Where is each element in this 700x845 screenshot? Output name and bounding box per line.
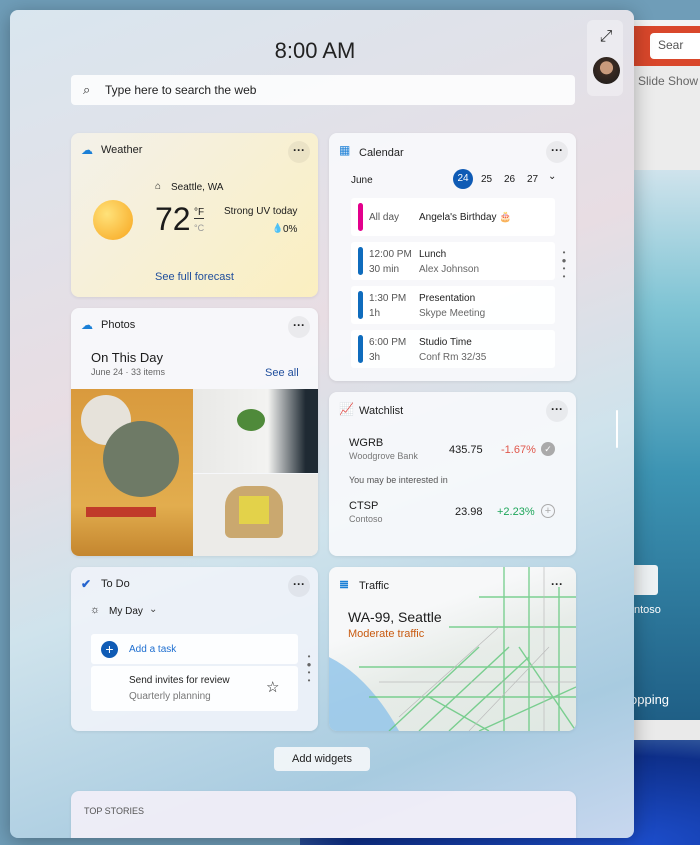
checkmark-icon[interactable]: ✓	[541, 442, 555, 456]
traffic-widget[interactable]: ≣ Traffic ··· WA-99, Seattle Moderate tr…	[329, 567, 576, 731]
star-icon[interactable]: ☆	[266, 678, 279, 696]
stock-chart-icon: 📈	[339, 402, 354, 416]
more-options-button[interactable]: ···	[288, 141, 310, 163]
photo-wicker-chair[interactable]	[193, 474, 318, 556]
more-options-button[interactable]: ···	[546, 400, 568, 422]
see-all-link[interactable]: See all	[265, 367, 299, 379]
stock-symbol: CTSP	[349, 500, 379, 512]
calendar-event[interactable]: 1:30 PM 1h Presentation Skype Meeting	[351, 286, 555, 324]
search-input[interactable]: Type here to search the web	[71, 75, 575, 105]
weather-condition: Strong UV today	[224, 206, 298, 217]
background-app-tab-slide-show: Slide Show	[638, 74, 699, 88]
raindrop-icon: 💧	[272, 223, 284, 233]
clock: 8:00 AM	[274, 38, 356, 63]
watchlist-widget[interactable]: 📈 Watchlist ··· WGRB Woodgrove Bank 435.…	[329, 392, 576, 556]
day-26[interactable]: 26	[504, 174, 515, 185]
calendar-widget[interactable]: ▦ Calendar ··· June 24 25 26 27 ⌄ All da…	[329, 133, 576, 381]
todo-check-icon: ✔	[81, 577, 92, 591]
background-app-tile	[630, 565, 658, 595]
scrollbar[interactable]	[616, 410, 618, 448]
pager-dots[interactable]: • ● • •	[306, 653, 312, 685]
widgets-panel: 8:00 AM ⤢ Type here to search the web ⌕ …	[10, 10, 634, 838]
day-24[interactable]: 24	[453, 169, 473, 189]
photo-still-life[interactable]	[71, 389, 193, 556]
widget-title: Weather	[101, 144, 143, 156]
see-full-forecast-link[interactable]: See full forecast	[155, 271, 234, 283]
stock-price: 435.75	[449, 444, 483, 456]
stock-change: +2.23%	[497, 506, 535, 518]
more-options-button[interactable]: ···	[546, 575, 568, 597]
weather-widget[interactable]: ☁ Weather ··· ⌂ Seattle, WA 72 °F °C Str…	[71, 133, 318, 297]
day-25[interactable]: 25	[481, 174, 492, 185]
precipitation: 0%	[283, 224, 298, 235]
calendar-icon: ▦	[339, 143, 351, 157]
unit-celsius[interactable]: °C	[194, 223, 204, 233]
chevron-down-icon[interactable]: ⌄	[548, 171, 556, 182]
background-app-label: opping	[630, 692, 670, 707]
weather-location: Seattle, WA	[171, 182, 224, 193]
widget-title: Calendar	[359, 147, 404, 159]
search-icon: ⌕	[83, 82, 91, 97]
weather-cloud-icon: ☁	[81, 143, 93, 157]
widget-title: Watchlist	[359, 405, 404, 417]
traffic-road: WA-99, Seattle	[348, 609, 442, 625]
stock-symbol: WGRB	[349, 437, 384, 449]
stock-change: -1.67%	[501, 444, 536, 456]
photo-hanging-plant[interactable]	[193, 389, 318, 473]
add-icon: +	[101, 641, 118, 658]
background-app-search: Sear	[650, 33, 700, 59]
sun-icon	[93, 200, 133, 240]
todo-widget[interactable]: ✔ To Do ··· ☼ My Day ⌄ + Add a task Send…	[71, 567, 318, 731]
temperature: 72	[155, 201, 191, 237]
task-item[interactable]: Send invites for review Quarterly planni…	[91, 666, 298, 711]
traffic-status: Moderate traffic	[348, 628, 425, 640]
avatar[interactable]	[593, 57, 620, 84]
suggestion-label: You may be interested in	[349, 475, 448, 485]
task-subtitle: Quarterly planning	[129, 691, 211, 702]
list-selector[interactable]: My Day	[109, 606, 143, 617]
stock-name: Contoso	[349, 514, 383, 524]
add-task-row[interactable]: + Add a task	[91, 634, 298, 664]
top-stories-section: TOP STORIES	[71, 791, 576, 838]
unit-fahrenheit[interactable]: °F	[194, 207, 205, 219]
sun-icon: ☼	[90, 604, 101, 616]
day-27[interactable]: 27	[527, 174, 538, 185]
widget-title: Traffic	[359, 580, 389, 592]
calendar-event[interactable]: 6:00 PM 3h Studio Time Conf Rm 32/35	[351, 330, 555, 368]
more-options-button[interactable]: ···	[288, 316, 310, 338]
top-stories-heading: TOP STORIES	[84, 806, 145, 816]
calendar-event[interactable]: 12:00 PM 30 min Lunch Alex Johnson	[351, 242, 555, 280]
add-stock-icon[interactable]: +	[541, 504, 555, 518]
traffic-light-icon: ≣	[339, 577, 350, 591]
add-task-button[interactable]: Add a task	[129, 644, 176, 655]
more-options-button[interactable]: ···	[546, 141, 568, 163]
add-widgets-button[interactable]: Add widgets	[274, 747, 370, 771]
home-icon: ⌂	[155, 181, 162, 192]
stock-price: 23.98	[455, 506, 483, 518]
background-app-tile-label: ntoso	[634, 604, 661, 616]
photos-widget[interactable]: ☁ Photos ··· On This Day June 24 · 33 it…	[71, 308, 318, 556]
photos-subheading: June 24 · 33 items	[91, 367, 166, 377]
calendar-month: June	[351, 175, 373, 186]
expand-icon[interactable]: ⤢	[595, 28, 617, 50]
photos-heading: On This Day	[91, 350, 164, 365]
chevron-down-icon[interactable]: ⌄	[149, 604, 157, 615]
pager-dots[interactable]: • ● • •	[561, 249, 567, 281]
task-title: Send invites for review	[129, 675, 230, 686]
calendar-event[interactable]: All day Angela's Birthday 🎂	[351, 198, 555, 236]
more-options-button[interactable]: ···	[288, 575, 310, 597]
stock-name: Woodgrove Bank	[349, 451, 418, 461]
onedrive-cloud-icon: ☁	[81, 318, 93, 332]
widget-title: To Do	[101, 578, 130, 590]
widget-title: Photos	[101, 319, 136, 331]
